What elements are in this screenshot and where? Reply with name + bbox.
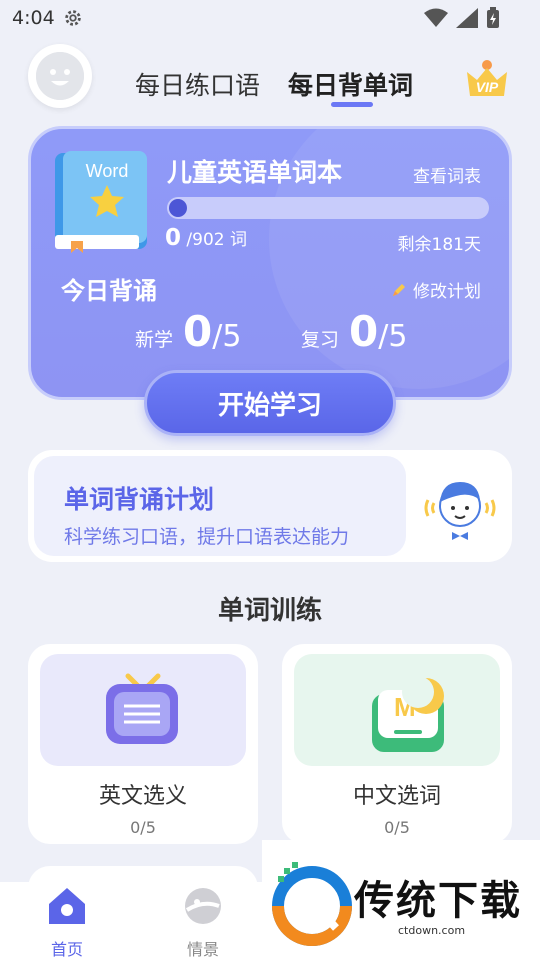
status-time: 4:04 bbox=[12, 7, 55, 29]
new-label: 新学 bbox=[135, 329, 174, 351]
remaining-days: 剩余181天 bbox=[397, 235, 481, 255]
nav-scene[interactable]: 情景 bbox=[158, 882, 248, 960]
modify-plan-label: 修改计划 bbox=[413, 282, 481, 302]
active-tab-indicator bbox=[331, 102, 373, 107]
review-done: 0 bbox=[349, 307, 379, 356]
wordbook-card: Word 儿童英语单词本 查看词表 0 /902 词 剩余181天 今日背诵 修… bbox=[28, 126, 512, 400]
nav-home-label: 首页 bbox=[50, 940, 83, 959]
learned-number: 0 bbox=[165, 225, 182, 251]
plan-subtitle: 科学练习口语，提升口语表达能力 bbox=[64, 526, 350, 548]
start-learning-button[interactable]: 开始学习 bbox=[144, 370, 396, 436]
battery-icon bbox=[487, 7, 499, 28]
training-section-title: 单词训练 bbox=[217, 596, 322, 626]
card-name: 英文选义 bbox=[98, 784, 187, 809]
card-progress: 0/5 bbox=[130, 818, 156, 837]
view-word-list-link[interactable]: 查看词表 bbox=[413, 162, 481, 187]
header: 每日练口语 每日背单词 VIP bbox=[0, 40, 540, 120]
boy-speaking-icon bbox=[424, 482, 496, 540]
signal-icon bbox=[456, 8, 478, 28]
nav-scene-label: 情景 bbox=[186, 940, 219, 959]
tab-daily-speaking[interactable]: 每日练口语 bbox=[135, 66, 260, 102]
vip-crown-icon[interactable]: VIP bbox=[464, 58, 510, 100]
plan-text-panel: 单词背诵计划 科学练习口语，提升口语表达能力 bbox=[34, 456, 406, 556]
plan-title: 单词背诵计划 bbox=[64, 485, 215, 514]
review-words-stat: 复习 0/5 bbox=[301, 307, 407, 356]
watermark-overlay: 传统下载 ctdown.com bbox=[262, 840, 540, 960]
vip-label: VIP bbox=[476, 79, 499, 95]
moon-board-icon: M bbox=[372, 676, 444, 752]
today-plan-title: 今日背诵 bbox=[61, 277, 157, 305]
wordbook-title: 儿童英语单词本 bbox=[167, 158, 343, 187]
card-illustration-well bbox=[40, 654, 246, 766]
learned-count: 0 /902 词 bbox=[165, 225, 247, 251]
modify-plan-button[interactable]: 修改计划 bbox=[391, 277, 481, 302]
chinese-choose-word-card[interactable]: M 中文选词 0/5 bbox=[282, 644, 512, 844]
card-name: 中文选词 bbox=[352, 784, 441, 809]
settings-gear-icon bbox=[65, 10, 81, 26]
word-plan-card[interactable]: 单词背诵计划 科学练习口语，提升口语表达能力 bbox=[28, 450, 512, 562]
new-words-stat: 新学 0/5 bbox=[135, 307, 241, 356]
watermark-url: ctdown.com bbox=[398, 924, 466, 937]
new-done: 0 bbox=[183, 307, 213, 356]
tab-daily-words[interactable]: 每日背单词 bbox=[288, 66, 413, 102]
total-words: /902 词 bbox=[186, 230, 248, 250]
review-label: 复习 bbox=[301, 329, 340, 351]
avatar[interactable] bbox=[28, 44, 92, 108]
home-icon bbox=[49, 888, 85, 924]
word-progress-fill bbox=[169, 199, 187, 217]
card-illustration-well: M bbox=[294, 654, 500, 766]
status-bar: 4:04 bbox=[0, 0, 540, 36]
tv-icon bbox=[106, 673, 178, 744]
wordbook-icon: Word bbox=[55, 151, 147, 253]
wifi-icon bbox=[424, 8, 448, 27]
card-progress: 0/5 bbox=[384, 818, 410, 837]
scene-planet-icon bbox=[185, 888, 221, 924]
avatar-face-icon bbox=[36, 52, 84, 100]
word-progress-bar bbox=[167, 197, 489, 219]
book-label: Word bbox=[86, 161, 129, 181]
english-choose-meaning-card[interactable]: 英文选义 0/5 bbox=[28, 644, 258, 844]
new-goal: /5 bbox=[212, 319, 242, 354]
watermark-text: 传统下载 bbox=[354, 878, 522, 924]
watermark-logo-icon bbox=[272, 862, 352, 946]
nav-home[interactable]: 首页 bbox=[22, 882, 112, 960]
review-goal: /5 bbox=[378, 319, 408, 354]
pencil-icon bbox=[393, 283, 405, 296]
